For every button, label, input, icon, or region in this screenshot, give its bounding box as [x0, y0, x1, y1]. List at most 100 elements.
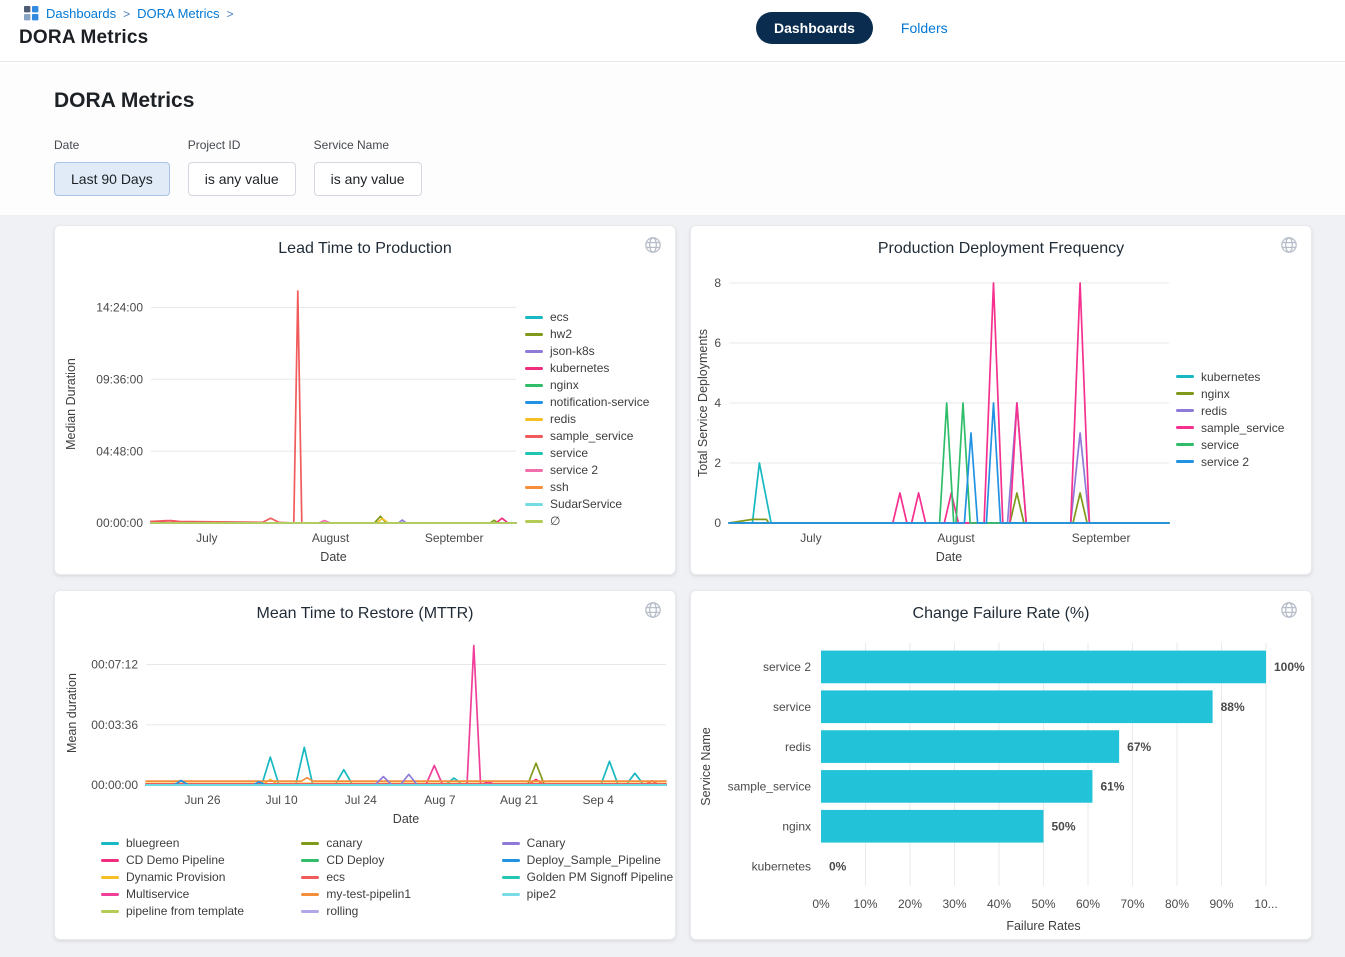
tab-folders[interactable]: Folders [901, 20, 948, 36]
legend-swatch [502, 893, 520, 896]
legend-item-Dynamic Provision[interactable]: Dynamic Provision [101, 870, 285, 884]
legend-item-ssh[interactable]: ssh [525, 480, 649, 494]
legend-swatch [301, 893, 319, 896]
legend-item-CD Deploy[interactable]: CD Deploy [301, 853, 485, 867]
legend-item-service[interactable]: service [525, 446, 649, 460]
y-tick-label: 0 [714, 516, 721, 530]
deployment-frequency-line-chart: 02468JulyAugustSeptemberDateTotal Servic… [691, 263, 1176, 575]
legend-item-ecs[interactable]: ecs [301, 870, 485, 884]
legend-item-hw2[interactable]: hw2 [525, 327, 649, 341]
lead-time-line-chart: 00:00:0004:48:0009:36:0014:24:00JulyAugu… [55, 263, 525, 575]
legend-label: ∅ [550, 514, 560, 528]
filter-bar: Date Last 90 Days Project ID is any valu… [54, 138, 422, 196]
legend-item-Canary[interactable]: Canary [502, 836, 686, 850]
legend-item-nginx[interactable]: nginx [1176, 387, 1284, 401]
breadcrumb: Dashboards > DORA Metrics > [24, 6, 233, 21]
y-tick-label: 2 [714, 456, 721, 470]
legend-item-service 2[interactable]: service 2 [1176, 455, 1284, 469]
filter-date: Date Last 90 Days [54, 138, 170, 196]
x-axis-label: Failure Rates [1006, 919, 1080, 933]
dashboards-grid-icon [24, 6, 39, 21]
bar-value-label: 88% [1221, 700, 1245, 714]
legend-label: ecs [326, 870, 345, 884]
breadcrumb-link-dashboards[interactable]: Dashboards [46, 6, 116, 21]
filter-date-label: Date [54, 138, 170, 152]
legend-swatch [1176, 375, 1194, 378]
legend-item-pipeline from template[interactable]: pipeline from template [101, 904, 285, 918]
x-tick-label: Aug 7 [424, 793, 456, 807]
bar-value-label: 61% [1100, 780, 1124, 794]
legend-item-my-test-pipelin1[interactable]: my-test-pipelin1 [301, 887, 485, 901]
legend-item-bluegreen[interactable]: bluegreen [101, 836, 285, 850]
legend-swatch [1176, 426, 1194, 429]
globe-icon[interactable] [644, 236, 662, 254]
dashboard-canvas: Lead Time to Production 00:00:0004:48:00… [0, 215, 1345, 957]
legend-swatch [101, 876, 119, 879]
bar-nginx[interactable] [821, 810, 1044, 843]
legend-label: Canary [527, 836, 566, 850]
legend-swatch [101, 859, 119, 862]
x-tick-label: 10... [1254, 897, 1277, 911]
breadcrumb-link-dora-metrics[interactable]: DORA Metrics [137, 6, 219, 21]
legend-label: sample_service [1201, 421, 1284, 435]
legend-label: CD Demo Pipeline [126, 853, 225, 867]
x-tick-label: 0% [812, 897, 830, 911]
legend-item-redis[interactable]: redis [525, 412, 649, 426]
y-tick-label: 04:48:00 [96, 444, 143, 458]
legend-item-∅[interactable]: ∅ [525, 514, 649, 528]
x-axis-label: Date [320, 550, 346, 564]
globe-icon[interactable] [644, 601, 662, 619]
tab-dashboards[interactable]: Dashboards [756, 12, 873, 44]
x-tick-label: 80% [1165, 897, 1189, 911]
filter-date-value-button[interactable]: Last 90 Days [54, 162, 170, 196]
legend-item-Golden PM Signoff Pipeline[interactable]: Golden PM Signoff Pipeline [502, 870, 686, 884]
legend-item-sample_service[interactable]: sample_service [525, 429, 649, 443]
legend-item-json-k8s[interactable]: json-k8s [525, 344, 649, 358]
legend-item-notification-service[interactable]: notification-service [525, 395, 649, 409]
legend-item-ecs[interactable]: ecs [525, 310, 649, 324]
tile-body: 00:00:0004:48:0009:36:0014:24:00JulyAugu… [55, 264, 675, 574]
x-tick-label: Sep 4 [582, 793, 614, 807]
legend-swatch [525, 316, 543, 319]
legend-swatch [1176, 460, 1194, 463]
bar-service 2[interactable] [821, 651, 1266, 684]
y-tick-label: 00:03:36 [91, 718, 138, 732]
series-kubernetes [729, 463, 1169, 523]
bar-redis[interactable] [821, 730, 1119, 763]
legend-item-SudarService[interactable]: SudarService [525, 497, 649, 511]
y-tick-label: 6 [714, 336, 721, 350]
legend-item-pipe2[interactable]: pipe2 [502, 887, 686, 901]
legend-label: redis [550, 412, 576, 426]
legend-item-service[interactable]: service [1176, 438, 1284, 452]
x-tick-label: 40% [987, 897, 1011, 911]
y-tick-label: 14:24:00 [96, 301, 143, 315]
filter-service-name-value-button[interactable]: is any value [314, 162, 422, 196]
filter-project-id-value-button[interactable]: is any value [188, 162, 296, 196]
bar-sample_service[interactable] [821, 770, 1092, 803]
legend-item-Deploy_Sample_Pipeline[interactable]: Deploy_Sample_Pipeline [502, 853, 686, 867]
legend-item-Multiservice[interactable]: Multiservice [101, 887, 285, 901]
legend-label: pipeline from template [126, 904, 244, 918]
legend-item-sample_service[interactable]: sample_service [1176, 421, 1284, 435]
legend-label: service [550, 446, 588, 460]
legend-swatch [525, 401, 543, 404]
legend-item-service 2[interactable]: service 2 [525, 463, 649, 477]
legend-item-canary[interactable]: canary [301, 836, 485, 850]
bar-service[interactable] [821, 690, 1213, 723]
legend-item-kubernetes[interactable]: kubernetes [1176, 370, 1284, 384]
legend-label: Deploy_Sample_Pipeline [527, 853, 661, 867]
page-title: DORA Metrics [19, 27, 148, 49]
category-label: sample_service [728, 780, 812, 794]
globe-icon[interactable] [1280, 236, 1298, 254]
chart-card-deployment-frequency: Production Deployment Frequency 02468Jul… [690, 225, 1312, 575]
globe-icon[interactable] [1280, 601, 1298, 619]
legend-item-nginx[interactable]: nginx [525, 378, 649, 392]
legend-item-CD Demo Pipeline[interactable]: CD Demo Pipeline [101, 853, 285, 867]
legend-label: Multiservice [126, 887, 189, 901]
x-tick-label: 60% [1076, 897, 1100, 911]
legend-item-rolling[interactable]: rolling [301, 904, 485, 918]
legend-item-redis[interactable]: redis [1176, 404, 1284, 418]
legend-deployment-frequency: kubernetes nginx redis sample_serviceservic… [1176, 370, 1284, 469]
x-tick-label: September [425, 531, 484, 545]
legend-item-kubernetes[interactable]: kubernetes [525, 361, 649, 375]
